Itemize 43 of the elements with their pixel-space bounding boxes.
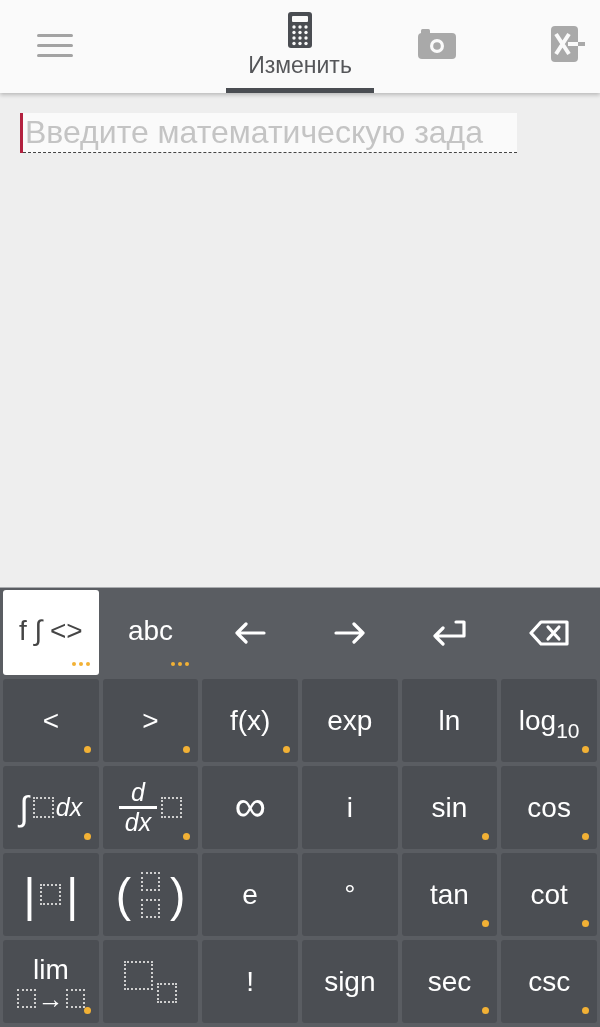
mode-key[interactable]: f ∫ <> — [3, 590, 99, 675]
keypad-key[interactable]: > — [102, 679, 199, 762]
camera-icon — [418, 29, 456, 59]
keypad-key[interactable]: f(x) — [202, 679, 298, 762]
keypad-key[interactable]: < — [3, 679, 99, 762]
placeholder-box-icon — [40, 884, 62, 905]
keypad-key[interactable]: exp — [302, 679, 398, 762]
keypad-key[interactable]: d dx — [102, 766, 199, 849]
keypad-key[interactable]: ∞ — [202, 766, 298, 849]
keypad-key[interactable]: cot — [501, 853, 597, 936]
placeholder-box-icon — [32, 797, 54, 818]
keypad-key[interactable]: sign — [302, 940, 398, 1023]
backspace-icon — [529, 619, 570, 646]
keypad-key[interactable]: ( ) — [102, 853, 199, 936]
keypad-key[interactable]: ∫ dx — [3, 766, 99, 849]
keypad-key[interactable]: ° — [302, 853, 398, 936]
keypad-key[interactable]: lim → — [3, 940, 99, 1023]
keypad-key[interactable] — [102, 940, 199, 1023]
placeholder-box-icon — [157, 982, 177, 1003]
placeholder-box-icon — [124, 960, 153, 990]
right-arrow-icon — [333, 621, 366, 644]
keypad-key[interactable]: log$_{10}$ — [501, 679, 597, 762]
keypad-key[interactable]: i — [302, 766, 398, 849]
menu-icon — [37, 34, 73, 57]
keypad-key[interactable]: ln — [401, 679, 498, 762]
x-tile-icon — [551, 26, 585, 62]
mode-key[interactable]: abc — [102, 590, 199, 675]
placeholder-box-icon — [65, 989, 85, 1008]
keypad-key[interactable]: csc — [501, 940, 597, 1023]
keypad-key[interactable]: ! — [202, 940, 298, 1023]
calculator-icon — [288, 12, 312, 48]
enter-icon — [431, 619, 468, 646]
placeholder-box-icon — [141, 898, 160, 918]
keypad-key[interactable]: cos — [501, 766, 597, 849]
keypad-key[interactable]: tan — [401, 853, 498, 936]
placeholder-box-icon — [141, 871, 160, 891]
placeholder-box-icon — [16, 989, 36, 1008]
keypad-key[interactable]: sec — [401, 940, 498, 1023]
keypad-key[interactable]: | | — [3, 853, 99, 936]
keypad-key[interactable]: e — [202, 853, 298, 936]
left-arrow-icon — [234, 621, 267, 644]
keypad-key[interactable]: sin — [401, 766, 498, 849]
placeholder-box-icon — [160, 797, 182, 818]
